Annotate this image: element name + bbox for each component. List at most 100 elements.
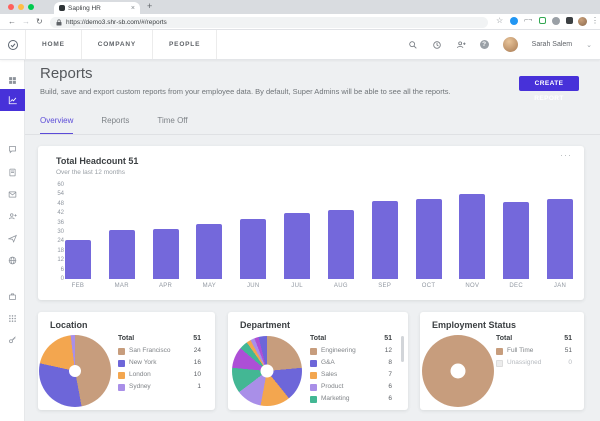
legend-row: London10 xyxy=(118,371,201,379)
chart-title: Total Headcount 51 xyxy=(56,156,138,166)
back-icon[interactable]: ← xyxy=(8,17,16,26)
report-tabs: Overview Reports Time Off xyxy=(40,116,188,135)
legend-row: Product6 xyxy=(310,383,392,391)
location-chart-card: Location Total51 San Francisco24New York… xyxy=(38,312,215,410)
nav-item-people[interactable]: PEOPLE xyxy=(153,30,217,59)
main-content: Reports Build, save and export custom re… xyxy=(25,60,600,421)
bar-sep xyxy=(372,201,398,279)
window-zoom-button[interactable] xyxy=(28,4,34,10)
extension-icon[interactable] xyxy=(510,17,518,25)
browser-profile-avatar[interactable] xyxy=(578,17,587,26)
chart-subtitle: Over the last 12 months xyxy=(56,169,125,176)
browser-menu-icon[interactable]: ⋮ xyxy=(591,16,599,26)
bar-aug xyxy=(328,210,354,279)
extension-icon[interactable] xyxy=(539,17,546,24)
legend: Total51 San Francisco24New York16London1… xyxy=(118,335,201,395)
app-navbar: HOMECOMPANYPEOPLE ? Sarah Salem ⌄ xyxy=(0,30,600,60)
tab-overview[interactable]: Overview xyxy=(40,116,73,135)
page-description: Build, save and export custom reports fr… xyxy=(40,87,451,96)
sidebar-item-inbox[interactable] xyxy=(0,186,24,200)
search-icon[interactable] xyxy=(408,40,418,50)
x-tick: APR xyxy=(144,283,188,289)
bar-jul xyxy=(284,213,310,279)
sidebar-item-organization[interactable] xyxy=(0,288,24,302)
legend: Total51 Engineering12G&A8Sales7Product6M… xyxy=(310,335,392,406)
bookmark-star-icon[interactable]: ☆ xyxy=(496,16,503,26)
browser-tab[interactable]: Sapling HR × xyxy=(54,2,140,14)
legend-row: Sales7 xyxy=(310,371,392,379)
add-user-icon[interactable] xyxy=(456,40,466,50)
browser-toolbar: ← → ↻ https://demo3.shr-sb.com/#/reports… xyxy=(0,14,600,30)
bar-jun xyxy=(240,219,266,279)
bar-series xyxy=(56,185,582,279)
x-tick: JUL xyxy=(275,283,319,289)
new-tab-button[interactable]: + xyxy=(147,1,152,11)
legend-row: Unassigned0 xyxy=(496,359,572,367)
lock-icon xyxy=(56,19,62,26)
user-avatar[interactable] xyxy=(503,37,518,52)
sidebar-item-chat[interactable] xyxy=(0,141,24,155)
extension-icon[interactable] xyxy=(566,17,573,24)
x-tick: FEB xyxy=(56,283,100,289)
close-tab-icon[interactable]: × xyxy=(131,5,135,12)
department-donut-chart xyxy=(232,336,302,406)
bar-feb xyxy=(65,240,91,279)
tab-time-off[interactable]: Time Off xyxy=(157,116,187,135)
bar-apr xyxy=(153,229,179,279)
x-tick: DEC xyxy=(494,283,538,289)
divider xyxy=(25,134,600,135)
main-nav: HOMECOMPANYPEOPLE xyxy=(25,30,217,59)
address-bar[interactable]: https://demo3.shr-sb.com/#/reports xyxy=(50,17,488,28)
sidebar-item-analytics[interactable] xyxy=(0,89,25,111)
bar-mar xyxy=(109,230,135,279)
sidebar-item-integrations[interactable] xyxy=(0,332,24,346)
window-minimize-button[interactable] xyxy=(18,4,24,10)
legend: Total51 Full Time51Unassigned0 xyxy=(496,335,572,371)
legend-row: Full Time51 xyxy=(496,347,572,355)
legend-total-row: Total51 xyxy=(118,335,201,342)
extension-badge-icon[interactable] xyxy=(552,17,560,25)
page-title: Reports xyxy=(40,65,93,82)
employment-donut-chart xyxy=(422,335,494,407)
nav-item-home[interactable]: HOME xyxy=(26,30,82,59)
sidebar xyxy=(0,60,25,421)
location-donut-chart xyxy=(39,335,111,407)
sidebar-item-dashboard[interactable] xyxy=(0,72,24,86)
url-text: https://demo3.shr-sb.com/#/reports xyxy=(66,19,167,26)
forward-icon[interactable]: → xyxy=(22,17,30,26)
history-icon[interactable] xyxy=(432,40,442,50)
x-tick: MAR xyxy=(100,283,144,289)
tab-title: Sapling HR xyxy=(68,5,128,12)
extension-icon[interactable]: ⌐¬ xyxy=(524,16,532,26)
chevron-down-icon[interactable]: ⌄ xyxy=(586,41,592,49)
legend-total-row: Total51 xyxy=(310,335,392,342)
sidebar-item-add-person[interactable] xyxy=(0,208,24,222)
legend-row: G&A8 xyxy=(310,359,392,367)
create-report-button[interactable]: CREATE REPORT xyxy=(519,76,579,91)
x-tick: MAY xyxy=(187,283,231,289)
browser-tab-strip: Sapling HR × + xyxy=(0,0,600,14)
bar-oct xyxy=(416,199,442,279)
chart-title: Employment Status xyxy=(432,320,516,330)
legend-row: Engineering12 xyxy=(310,347,392,355)
employment-status-chart-card: Employment Status Total51 Full Time51Una… xyxy=(420,312,584,410)
sapling-favicon-icon xyxy=(59,5,65,11)
chart-title: Location xyxy=(50,320,88,330)
sidebar-item-documents[interactable] xyxy=(0,164,24,178)
bar-dec xyxy=(503,202,529,279)
help-icon[interactable]: ? xyxy=(480,40,489,49)
sidebar-item-travel[interactable] xyxy=(0,230,24,244)
card-menu-icon[interactable]: ··· xyxy=(560,150,572,160)
sidebar-item-apps[interactable] xyxy=(0,310,24,324)
bar-nov xyxy=(459,194,485,279)
sidebar-item-globe[interactable] xyxy=(0,252,24,266)
tab-reports[interactable]: Reports xyxy=(101,116,129,135)
legend-scrollbar[interactable] xyxy=(401,336,404,362)
x-tick: SEP xyxy=(363,283,407,289)
nav-item-company[interactable]: COMPANY xyxy=(82,30,153,59)
window-close-button[interactable] xyxy=(8,4,14,10)
x-tick: JUN xyxy=(231,283,275,289)
x-tick: JAN xyxy=(538,283,582,289)
sapling-logo-icon[interactable] xyxy=(7,39,19,51)
reload-icon[interactable]: ↻ xyxy=(36,17,43,26)
